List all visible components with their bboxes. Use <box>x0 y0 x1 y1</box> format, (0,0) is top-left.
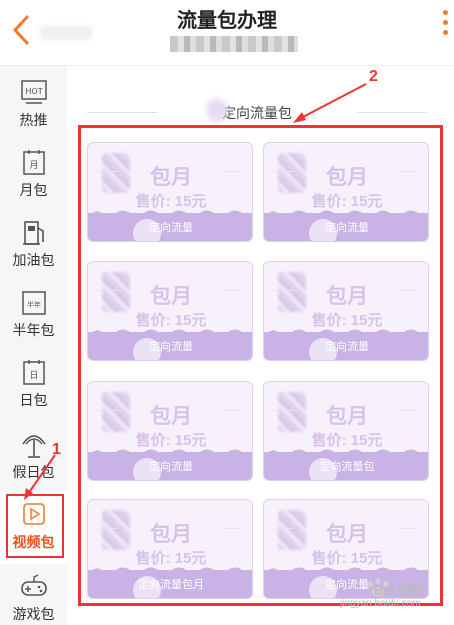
section-title: 定向流量包 <box>87 102 427 122</box>
annotation-label-1: 1 <box>52 441 61 458</box>
svg-text:HOT: HOT <box>25 87 42 96</box>
sidebar-item-label: 加油包 <box>12 252 55 268</box>
blurred-phone-number <box>170 36 298 52</box>
sidebar-item-fuel[interactable]: 加油包 <box>0 210 67 282</box>
holiday-icon <box>21 435 46 458</box>
sidebar-item-day[interactable]: 日 日包 <box>0 350 67 422</box>
annotation-box-2 <box>78 125 443 606</box>
hot-icon: HOT <box>20 80 47 104</box>
sidebar-item-label: 月包 <box>19 182 48 198</box>
game-icon <box>20 574 47 596</box>
page-title: 流量包办理 <box>177 10 277 32</box>
svg-text:日: 日 <box>29 370 38 381</box>
annotation-label-2: 2 <box>369 68 378 85</box>
fuel-icon <box>22 221 44 245</box>
sidebar-item-label: 半年包 <box>12 322 55 338</box>
blurred-logo <box>206 98 228 122</box>
sidebar-item-hot[interactable]: HOT 热推 <box>0 70 67 142</box>
half-year-icon: 半年 <box>21 291 46 315</box>
sidebar-item-month[interactable]: 月 月包 <box>0 140 67 212</box>
sidebar-item-label: 热推 <box>19 112 48 128</box>
watermark-text: Bai 经验 <box>374 583 424 598</box>
day-icon: 日 <box>22 360 45 385</box>
sidebar-item-game[interactable]: 游戏包 <box>0 564 67 625</box>
svg-text:半年: 半年 <box>27 300 41 309</box>
annotation-box-1 <box>6 494 64 558</box>
month-icon: 月 <box>22 150 45 175</box>
more-options-icon[interactable] <box>441 10 449 46</box>
sidebar-item-half-year[interactable]: 半年 半年包 <box>0 280 67 352</box>
app-header: 流量包办理 <box>0 0 454 66</box>
sidebar-item-label: 游戏包 <box>12 606 55 622</box>
sidebar-item-label: 日包 <box>19 392 48 408</box>
section-title-text: 定向流量包 <box>222 105 292 121</box>
watermark-url: jingyan.baidu.com <box>340 598 421 609</box>
sidebar-item-label: 假日包 <box>12 464 55 480</box>
svg-text:月: 月 <box>29 160 38 171</box>
